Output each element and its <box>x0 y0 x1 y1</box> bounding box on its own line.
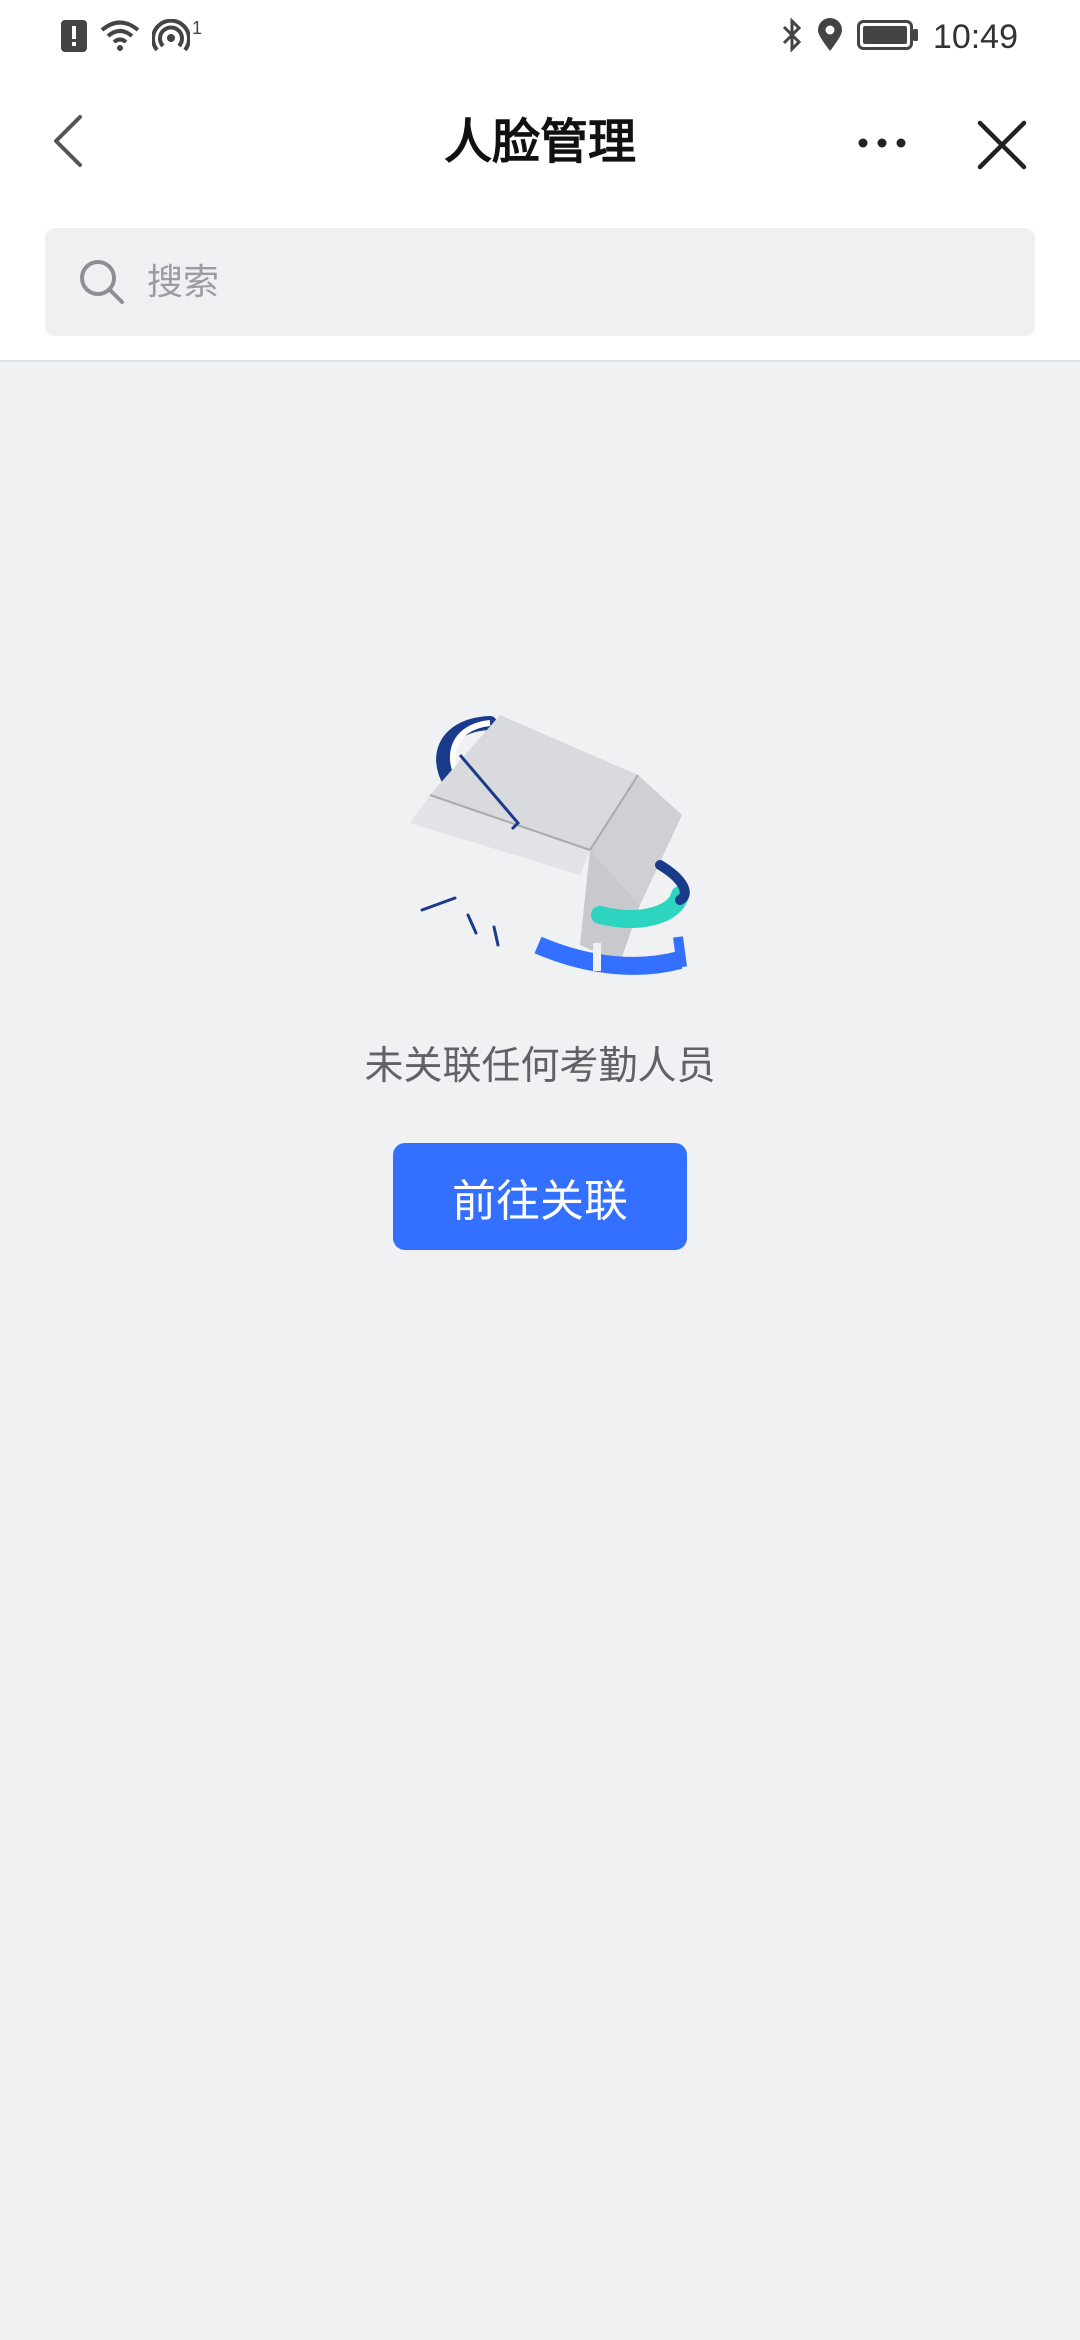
search-icon <box>77 257 127 307</box>
go-link-button[interactable]: 前往关联 <box>393 1143 687 1250</box>
empty-state-message: 未关联任何考勤人员 <box>364 1044 716 1089</box>
chevron-left-icon <box>54 115 82 167</box>
more-button[interactable] <box>850 115 914 171</box>
search-input[interactable] <box>145 260 969 304</box>
close-icon <box>977 120 1027 170</box>
close-button[interactable] <box>972 115 1032 175</box>
wifi-icon <box>100 19 140 57</box>
status-right-icons: 10:49 <box>781 14 1018 60</box>
page-title: 人脸管理 <box>443 114 636 170</box>
search-box[interactable] <box>45 228 1035 336</box>
status-bar: 1 10:49 <box>0 0 1080 75</box>
bluetooth-icon <box>781 17 803 57</box>
navigation-header: 人脸管理 <box>0 75 1080 210</box>
hotspot-count: 1 <box>192 17 203 38</box>
status-time: 10:49 <box>932 17 1018 56</box>
location-icon <box>817 18 843 56</box>
empty-box-illustration <box>400 705 700 985</box>
back-button[interactable] <box>40 110 96 172</box>
status-left-icons: 1 <box>60 18 202 58</box>
alert-icon <box>60 19 88 57</box>
hotspot-icon <box>151 18 191 57</box>
search-bar-container <box>0 210 1080 362</box>
more-horizontal-icon <box>858 138 906 148</box>
battery-icon <box>856 20 919 54</box>
